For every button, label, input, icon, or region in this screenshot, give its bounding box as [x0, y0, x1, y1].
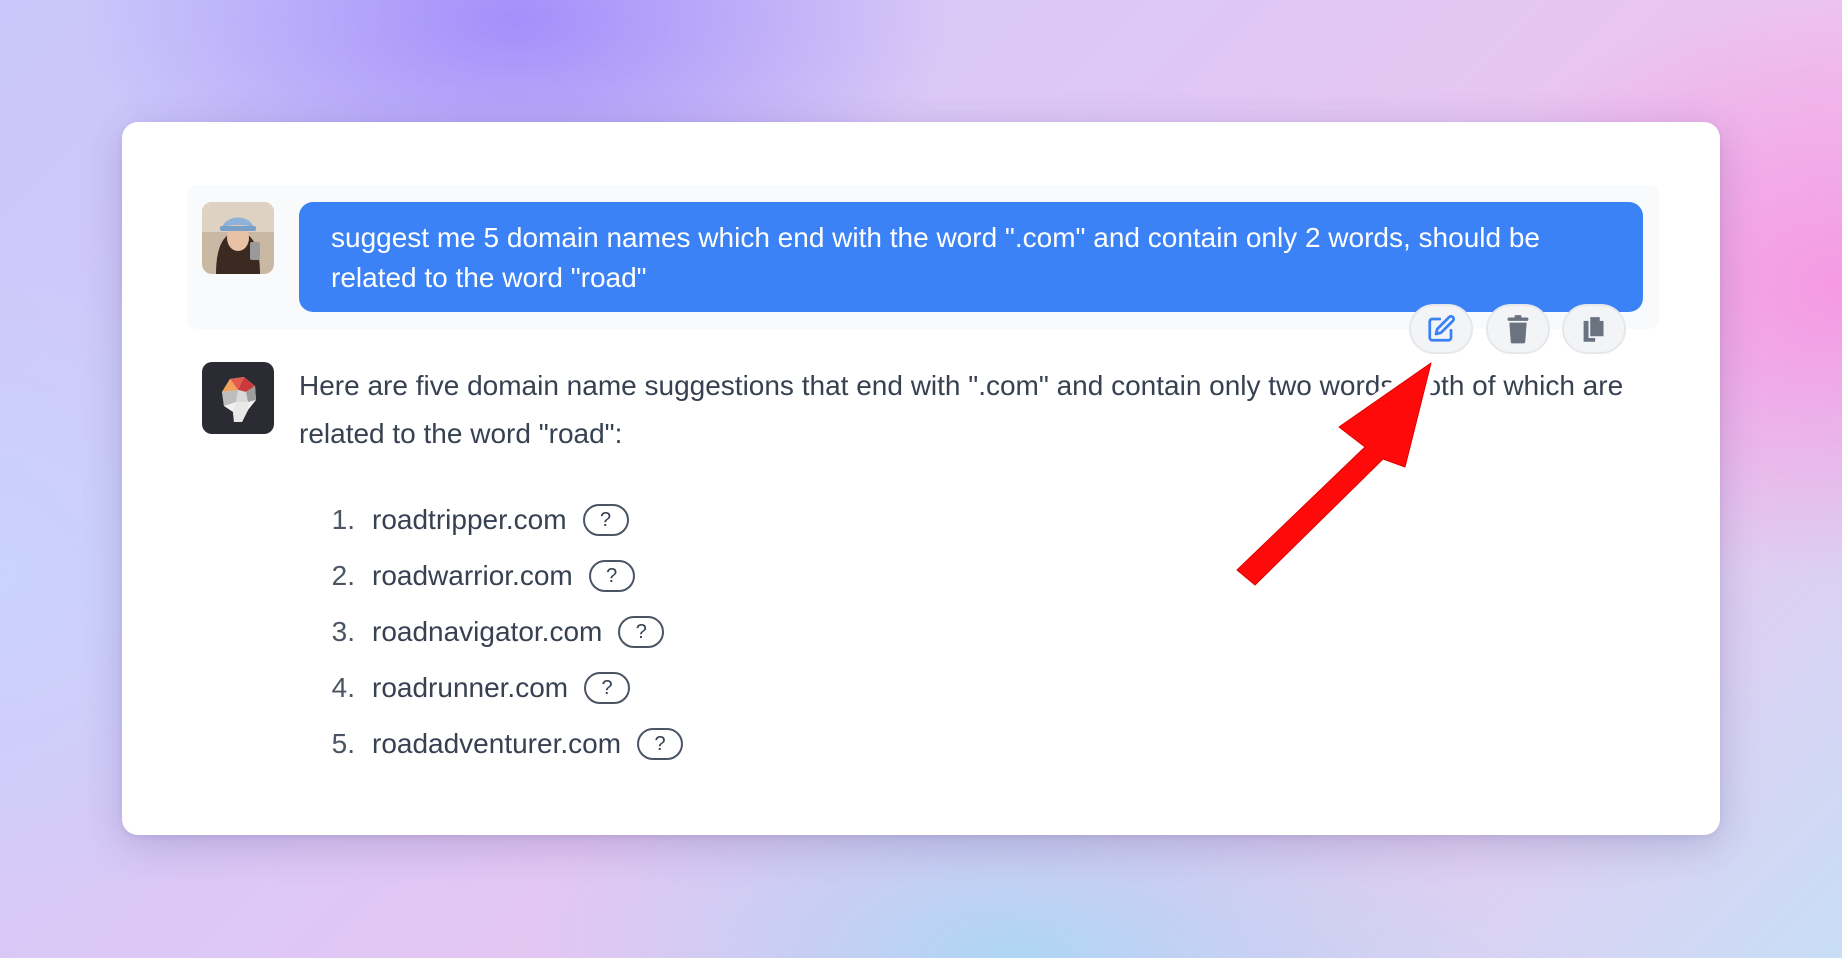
user-message-text: suggest me 5 domain names which end with…: [331, 222, 1540, 293]
domain-help-button[interactable]: ?: [637, 728, 684, 760]
list-item-domain: roadadventurer.com: [372, 728, 622, 759]
domain-help-button[interactable]: ?: [584, 672, 631, 704]
user-message-bubble: suggest me 5 domain names which end with…: [299, 202, 1643, 312]
list-item: 5. roadadventurer.com ?: [299, 716, 684, 772]
list-item: 3. roadnavigator.com ?: [299, 604, 683, 660]
user-avatar: [202, 202, 274, 274]
list-item-number: 2.: [331, 560, 355, 591]
domain-help-button[interactable]: ?: [588, 560, 635, 592]
list-item-number: 5.: [331, 728, 355, 759]
list-item-number: 3.: [331, 616, 355, 647]
list-item: 4. roadrunner.com ?: [299, 660, 683, 716]
edit-message-button[interactable]: [1409, 304, 1473, 354]
copy-message-button[interactable]: [1562, 304, 1626, 354]
assistant-avatar: [202, 362, 274, 434]
delete-message-button[interactable]: [1486, 304, 1550, 354]
assistant-message-intro: Here are five domain name suggestions th…: [299, 370, 1624, 449]
list-item-domain: roadrunner.com: [372, 672, 569, 703]
domain-help-button[interactable]: ?: [618, 616, 665, 648]
chat-card: suggest me 5 domain names which end with…: [122, 122, 1720, 835]
list-item: 1. roadtripper.com ?: [299, 492, 683, 548]
list-item-number: 1.: [331, 504, 355, 535]
pencil-square-icon: [1428, 314, 1456, 342]
list-item-domain: roadnavigator.com: [372, 616, 603, 647]
list-item: 2. roadwarrior.com ?: [299, 548, 683, 604]
domain-suggestion-list: 1. roadtripper.com ? 2. roadwarrior.com …: [299, 492, 684, 772]
list-item-domain: roadwarrior.com: [372, 560, 573, 591]
list-item-domain: roadtripper.com: [372, 504, 567, 535]
list-item-number: 4.: [331, 672, 355, 703]
domain-help-button[interactable]: ?: [582, 504, 629, 536]
trash-icon: [1507, 315, 1529, 344]
copy-icon: [1583, 315, 1606, 342]
